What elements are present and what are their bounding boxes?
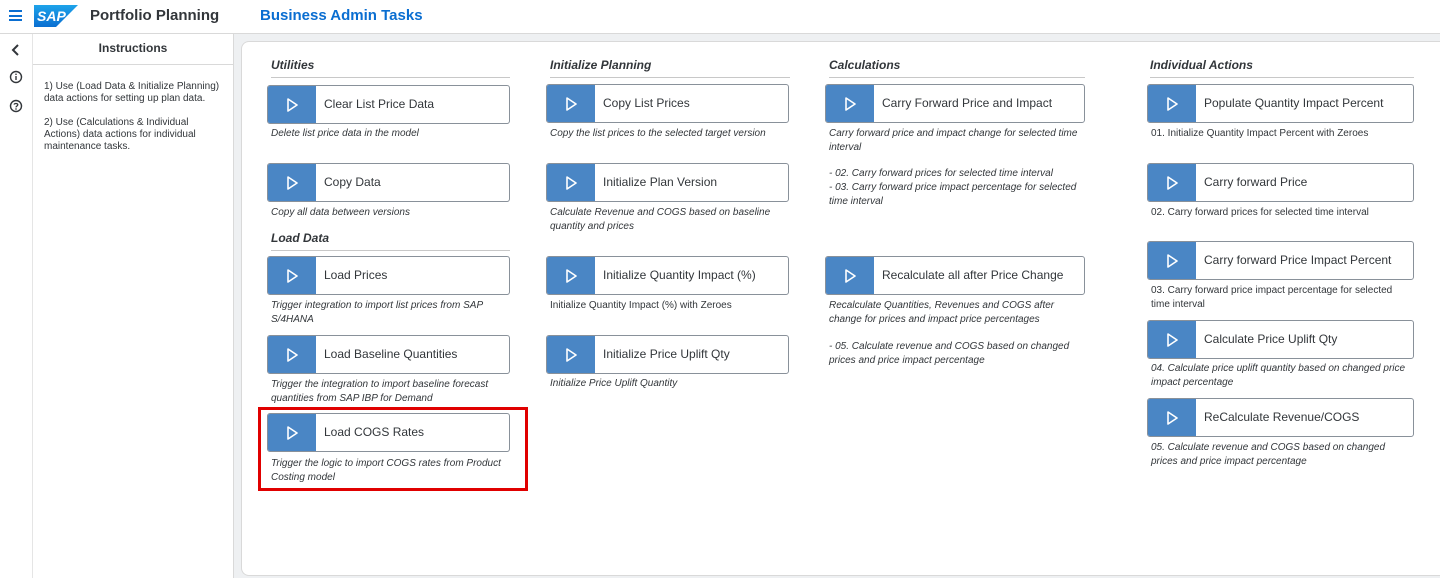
initialize-quantity-impact-button[interactable]: Initialize Quantity Impact (%): [546, 256, 789, 295]
tile-label: ReCalculate Revenue/COGS: [1204, 410, 1360, 424]
tile-label: Carry Forward Price and Impact: [882, 96, 1053, 110]
app-title: Portfolio Planning: [90, 7, 220, 24]
tile-description-detail: - 02. Carry forward prices for selected …: [829, 168, 1053, 179]
play-icon: [268, 257, 316, 294]
load-prices-button[interactable]: Load Prices: [267, 256, 510, 295]
carry-forward-price-button[interactable]: Carry forward Price: [1147, 163, 1414, 202]
page-title: Business Admin Tasks: [260, 7, 423, 24]
recalculate-all-after-price-change-button[interactable]: Recalculate all after Price Change: [825, 256, 1085, 295]
instruction-paragraph-2: 2) Use (Calculations & Individual Action…: [44, 117, 196, 152]
play-icon: [1148, 399, 1196, 436]
tile-label: Populate Quantity Impact Percent: [1204, 96, 1384, 110]
instructions-text: 1) Use (Load Data & Initialize Planning)…: [33, 65, 233, 153]
instruction-paragraph-1: 1) Use (Load Data & Initialize Planning)…: [44, 81, 220, 104]
tile-label: Load Prices: [324, 268, 388, 282]
info-icon[interactable]: [8, 69, 24, 85]
play-icon: [268, 86, 316, 123]
section-utilities: Utilities: [271, 58, 510, 78]
play-icon: [1148, 321, 1196, 358]
instructions-panel: Instructions 1) Use (Load Data & Initial…: [33, 34, 234, 578]
chevron-left-icon[interactable]: [8, 42, 24, 58]
play-icon: [547, 164, 595, 201]
tile-description: 03. Carry forward price impact percentag…: [1151, 285, 1393, 310]
play-icon: [826, 85, 874, 122]
section-load-data: Load Data: [271, 231, 510, 251]
populate-quantity-impact-percent-button[interactable]: Populate Quantity Impact Percent: [1147, 84, 1414, 123]
copy-list-prices-button[interactable]: Copy List Prices: [546, 84, 789, 123]
tile-description: Recalculate Quantities, Revenues and COG…: [829, 300, 1055, 325]
clear-list-price-data-button[interactable]: Clear List Price Data: [267, 85, 510, 124]
tile-label: Copy List Prices: [603, 96, 690, 110]
tile-label: Copy Data: [324, 175, 381, 189]
copy-data-button[interactable]: Copy Data: [267, 163, 510, 202]
tile-description: 02. Carry forward prices for selected ti…: [1151, 207, 1369, 218]
tile-description-detail: - 03. Carry forward price impact percent…: [829, 182, 1077, 207]
initialize-plan-version-button[interactable]: Initialize Plan Version: [546, 163, 789, 202]
sap-logo-text: SAP: [37, 8, 66, 24]
tile-label: Recalculate all after Price Change: [882, 268, 1064, 282]
shell-bar: SAP Portfolio Planning Business Admin Ta…: [0, 0, 1440, 34]
tile-description-detail: - 05. Calculate revenue and COGS based o…: [829, 341, 1070, 366]
left-icon-rail: [0, 34, 33, 578]
highlight-box: [258, 407, 528, 491]
instructions-title: Instructions: [33, 34, 233, 65]
section-calculations: Calculations: [829, 58, 1085, 78]
tile-label: Calculate Price Uplift Qty: [1204, 332, 1338, 346]
tile-label: Initialize Price Uplift Qty: [603, 347, 730, 361]
tile-label: Initialize Quantity Impact (%): [603, 268, 756, 282]
tile-label: Carry forward Price: [1204, 175, 1308, 189]
tile-description: 04. Calculate price uplift quantity base…: [1151, 363, 1406, 388]
tile-description: Copy the list prices to the selected tar…: [550, 128, 766, 139]
tile-label: Carry forward Price Impact Percent: [1204, 253, 1392, 267]
recalculate-revenue-cogs-button[interactable]: ReCalculate Revenue/COGS: [1147, 398, 1414, 437]
tile-description: Trigger the integration to import baseli…: [271, 379, 489, 404]
tile-description: Calculate Revenue and COGS based on base…: [550, 207, 771, 232]
initialize-price-uplift-qty-button[interactable]: Initialize Price Uplift Qty: [546, 335, 789, 374]
play-icon: [268, 164, 316, 201]
tile-description: Copy all data between versions: [271, 207, 410, 218]
load-baseline-quantities-button[interactable]: Load Baseline Quantities: [267, 335, 510, 374]
play-icon: [547, 336, 595, 373]
tile-description: Initialize Quantity Impact (%) with Zero…: [550, 300, 732, 311]
play-icon: [826, 257, 874, 294]
hamburger-menu-icon[interactable]: [9, 10, 22, 21]
play-icon: [1148, 242, 1196, 279]
tile-description: Delete list price data in the model: [271, 128, 419, 139]
sap-logo[interactable]: SAP: [34, 5, 78, 27]
play-icon: [1148, 85, 1196, 122]
section-initialize-planning: Initialize Planning: [550, 58, 790, 78]
tile-description: Initialize Price Uplift Quantity: [550, 378, 678, 389]
tile-description: 01. Initialize Quantity Impact Percent w…: [1151, 128, 1369, 139]
question-mark-icon[interactable]: [8, 98, 24, 114]
carry-forward-price-and-impact-button[interactable]: Carry Forward Price and Impact: [825, 84, 1085, 123]
section-individual-actions: Individual Actions: [1150, 58, 1414, 78]
tile-label: Initialize Plan Version: [603, 175, 718, 189]
tile-description: 05. Calculate revenue and COGS based on …: [1151, 442, 1386, 467]
tile-description: Carry forward price and impact change fo…: [829, 128, 1078, 153]
play-icon: [547, 85, 595, 122]
tile-description: Trigger integration to import list price…: [271, 300, 483, 325]
play-icon: [268, 336, 316, 373]
calculate-price-uplift-qty-button[interactable]: Calculate Price Uplift Qty: [1147, 320, 1414, 359]
tile-label: Load Baseline Quantities: [324, 347, 458, 361]
carry-forward-price-impact-percent-button[interactable]: Carry forward Price Impact Percent: [1147, 241, 1414, 280]
tile-label: Clear List Price Data: [324, 97, 435, 111]
play-icon: [547, 257, 595, 294]
play-icon: [1148, 164, 1196, 201]
